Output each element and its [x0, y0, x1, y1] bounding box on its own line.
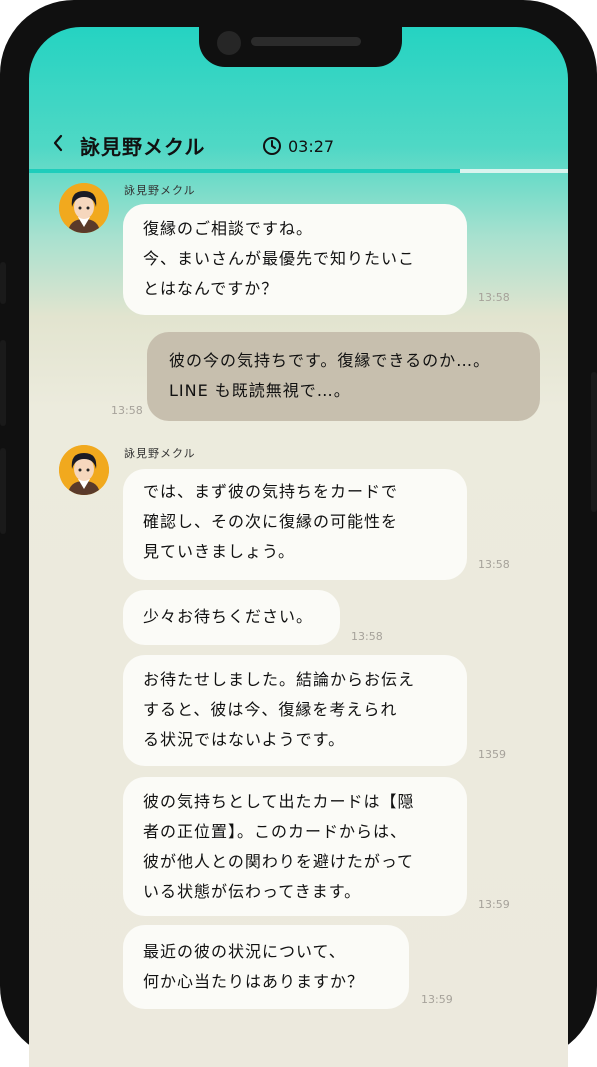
- mute-switch: [0, 262, 6, 304]
- message-time: 13:58: [478, 558, 510, 571]
- session-timer: 03:27: [262, 136, 334, 156]
- message-time: 1359: [478, 748, 506, 761]
- bot-message-bubble: 復縁のご相談ですね。 今、まいさんが最優先で知りたいこ とはなんですか？: [123, 204, 467, 315]
- sender-name: 詠見野メクル: [124, 184, 196, 197]
- avatar-illustration: [59, 445, 109, 495]
- timer-text: 03:27: [288, 136, 335, 156]
- session-progress-fill: [29, 169, 461, 173]
- bot-message-bubble: では、まず彼の気持ちをカードで 確認し、その次に復縁の可能性を 見ていきましょう…: [123, 469, 467, 580]
- chat-title: 詠見野メクル: [80, 135, 206, 159]
- message-time: 13:58: [351, 630, 383, 643]
- chevron-left-icon: [53, 134, 63, 152]
- clock-icon: [263, 137, 281, 155]
- user-message-bubble: 彼の今の気持ちです。復縁できるのか…。 LINE も既読無視で…。: [147, 332, 540, 421]
- avatar-illustration: [59, 183, 109, 233]
- chat-screen: 詠見野メクル 03:27 詠見野メクル 復縁のご相談ですね。 今、まいさんが最優…: [29, 27, 568, 1067]
- avatar[interactable]: [59, 183, 109, 233]
- speaker: [251, 37, 361, 46]
- message-time: 13:59: [478, 898, 510, 911]
- front-camera: [217, 31, 241, 55]
- session-progress-bar: [29, 169, 568, 173]
- bot-message-bubble: 彼の気持ちとして出たカードは【隠 者の正位置】。このカードからは、 彼が他人との…: [123, 777, 467, 916]
- volume-up-button: [0, 340, 6, 426]
- message-time: 13:58: [478, 291, 510, 304]
- avatar[interactable]: [59, 445, 109, 495]
- notch: [199, 27, 402, 67]
- chat-header: 詠見野メクル 03:27: [29, 127, 568, 165]
- bot-message-bubble: 最近の彼の状況について、 何か心当たりはありますか？: [123, 925, 409, 1009]
- message-time: 13:58: [111, 404, 143, 417]
- sender-name: 詠見野メクル: [124, 447, 196, 460]
- phone-frame: 詠見野メクル 03:27 詠見野メクル 復縁のご相談ですね。 今、まいさんが最優…: [0, 0, 597, 1067]
- power-button: [591, 372, 597, 512]
- volume-down-button: [0, 448, 6, 534]
- back-button[interactable]: [51, 133, 71, 155]
- message-time: 13:59: [421, 993, 453, 1006]
- bot-message-bubble: 少々お待ちください。: [123, 590, 340, 645]
- bot-message-bubble: お待たせしました。結論からお伝え すると、彼は今、復縁を考えられ る状況ではない…: [123, 655, 467, 766]
